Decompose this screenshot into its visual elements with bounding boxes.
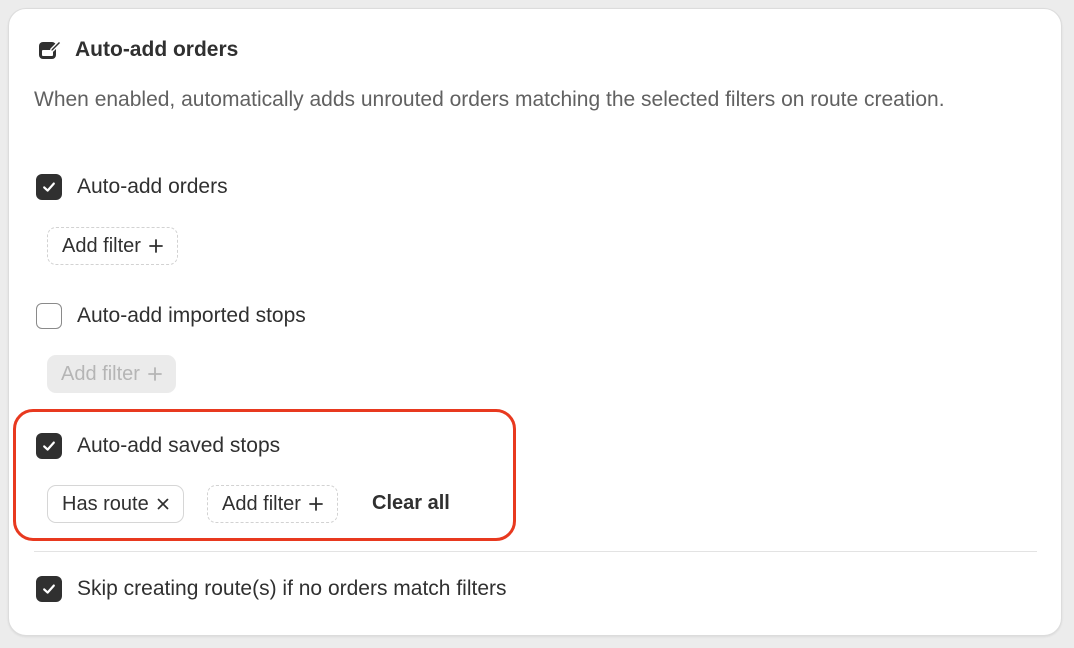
skip-creating-routes-checkbox[interactable] bbox=[36, 576, 62, 602]
checkmark-icon bbox=[43, 441, 55, 451]
add-filter-button-saved[interactable]: Add filter bbox=[207, 485, 338, 523]
add-filter-label: Add filter bbox=[61, 362, 140, 385]
remove-filter-icon[interactable] bbox=[157, 498, 169, 510]
add-filter-button-imported-disabled: Add filter bbox=[47, 355, 176, 393]
section-description: When enabled, automatically adds unroute… bbox=[34, 88, 945, 111]
option-skip-creating-routes[interactable]: Skip creating route(s) if no orders matc… bbox=[36, 576, 507, 602]
option-auto-add-saved-stops[interactable]: Auto-add saved stops bbox=[36, 433, 280, 459]
clear-all-filters-link[interactable]: Clear all bbox=[372, 492, 450, 515]
auto-add-orders-card: Auto-add orders When enabled, automatica… bbox=[8, 8, 1062, 636]
add-filter-label: Add filter bbox=[222, 492, 301, 515]
auto-add-saved-stops-label: Auto-add saved stops bbox=[77, 434, 281, 457]
add-filter-label: Add filter bbox=[62, 234, 141, 257]
section-title: Auto-add orders bbox=[75, 38, 239, 61]
add-filter-button-orders[interactable]: Add filter bbox=[47, 227, 178, 265]
checkmark-icon bbox=[43, 182, 55, 192]
filter-chip-label: Has route bbox=[62, 492, 149, 515]
plus-icon bbox=[149, 239, 163, 253]
option-auto-add-orders[interactable]: Auto-add orders bbox=[36, 174, 228, 200]
option-auto-add-imported-stops[interactable]: Auto-add imported stops bbox=[36, 303, 306, 329]
filter-chip-has-route[interactable]: Has route bbox=[47, 485, 184, 523]
auto-add-imported-stops-checkbox[interactable] bbox=[36, 303, 62, 329]
section-header: Auto-add orders bbox=[37, 37, 238, 63]
checkmark-icon bbox=[43, 584, 55, 594]
auto-add-imported-stops-label: Auto-add imported stops bbox=[77, 304, 306, 327]
auto-add-saved-stops-checkbox[interactable] bbox=[36, 433, 62, 459]
plus-icon bbox=[148, 367, 162, 381]
auto-add-orders-label: Auto-add orders bbox=[77, 175, 228, 198]
edit-calendar-icon bbox=[39, 40, 62, 59]
divider bbox=[34, 551, 1037, 552]
auto-add-orders-checkbox[interactable] bbox=[36, 174, 62, 200]
skip-creating-routes-label: Skip creating route(s) if no orders matc… bbox=[77, 577, 507, 600]
plus-icon bbox=[309, 497, 323, 511]
